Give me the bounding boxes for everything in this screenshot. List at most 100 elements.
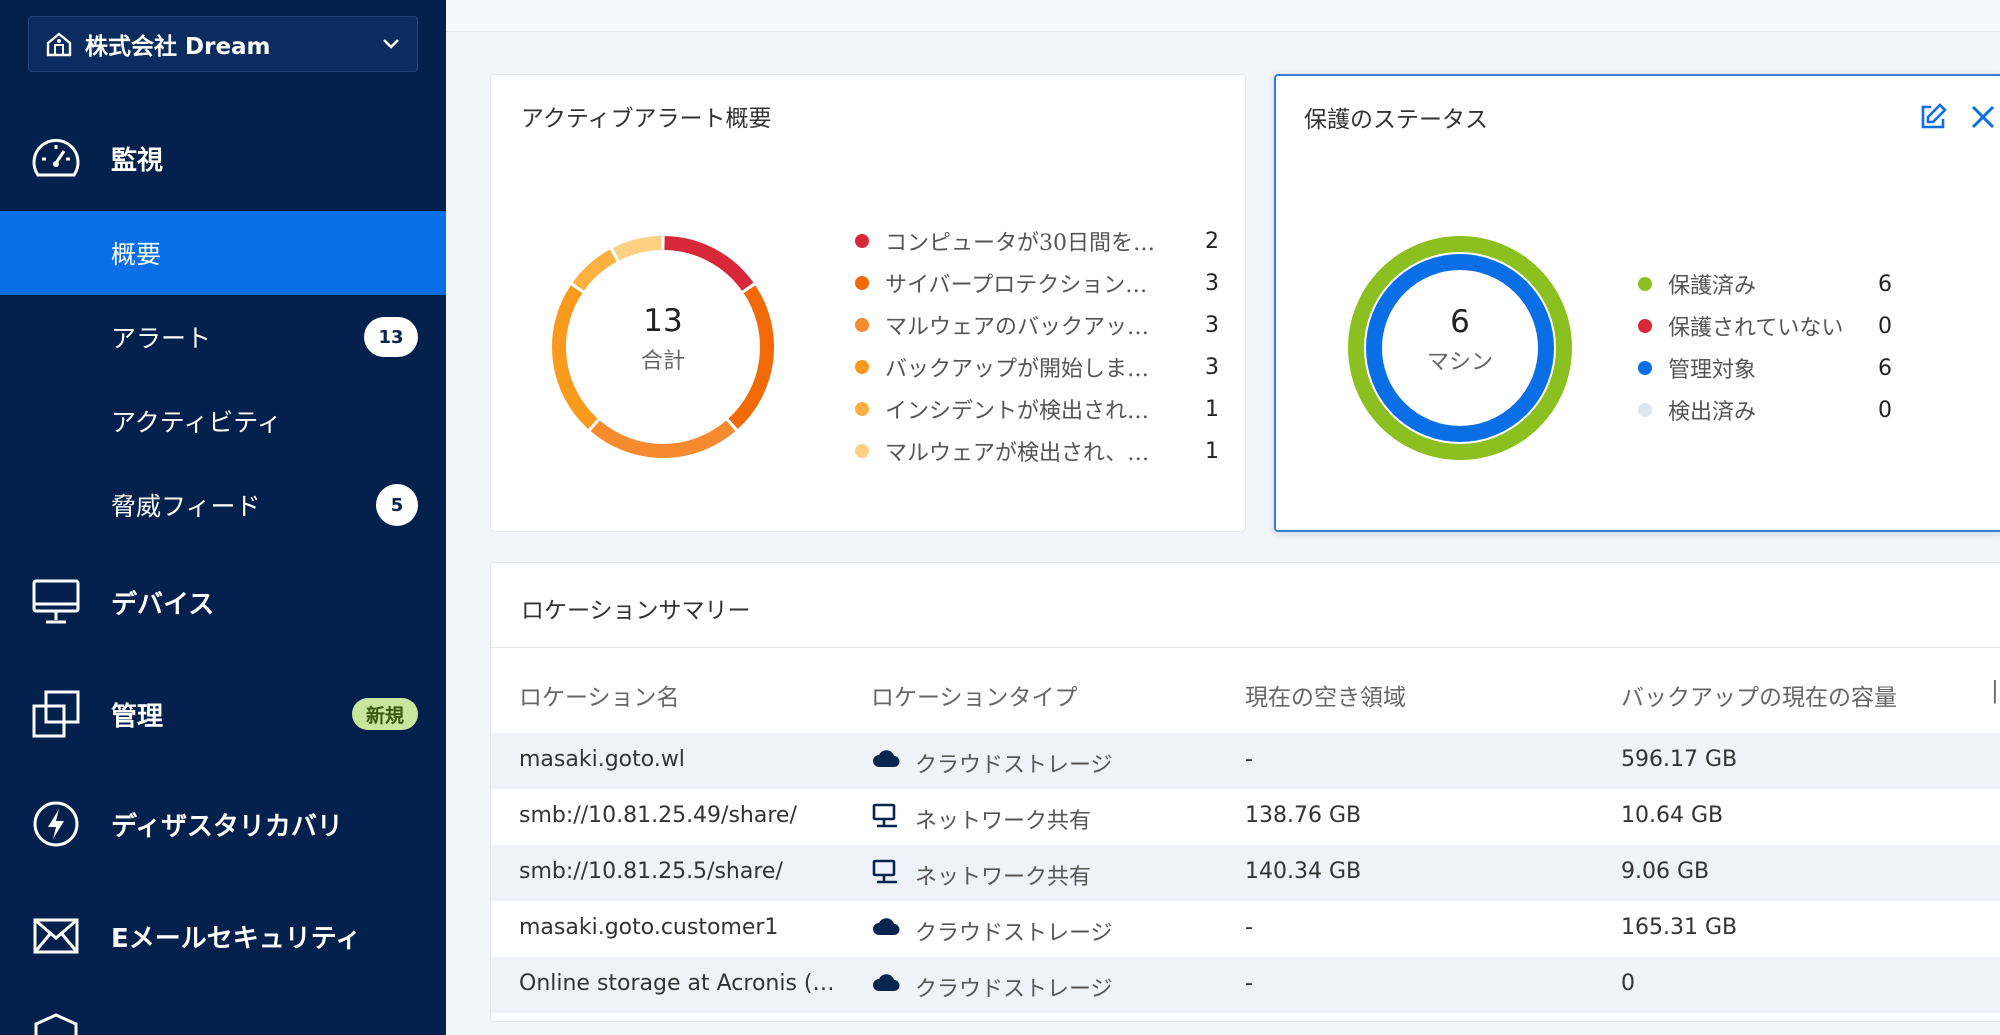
edit-icon[interactable] — [1918, 102, 1948, 132]
cell-free-space: - — [1245, 971, 1253, 996]
threat-feed-count-badge: 5 — [376, 484, 418, 526]
protection-card-title: 保護のステータス — [1304, 107, 1488, 133]
protection-legend-item[interactable]: 保護済み 6 — [1638, 264, 1938, 304]
legend-dot — [1638, 403, 1652, 417]
protection-legend-label: 保護されていない — [1668, 316, 1844, 341]
protection-legend-value: 6 — [1878, 271, 1892, 297]
donut-segment-0[interactable] — [664, 236, 754, 291]
protection-legend-item[interactable]: 保護されていない 0 — [1638, 306, 1938, 346]
nav-disaster-recovery[interactable]: ディザスタリカバリ — [0, 796, 446, 852]
column-header-truncated: | — [1991, 678, 1999, 704]
sidebar-item-threat-feed[interactable]: 脅威フィード 5 — [0, 463, 446, 547]
protection-donut-center: 6 マシン — [1340, 304, 1580, 376]
sidebar-item-alerts-label: アラート — [111, 324, 212, 353]
table-row[interactable]: Online storage at Acronis (… クラウドストレージ -… — [491, 957, 2000, 1013]
protection-legend-item[interactable]: 管理対象 6 — [1638, 348, 1938, 388]
cell-location-type-label: クラウドストレージ — [915, 977, 1113, 1002]
cell-backup-size: 165.31 GB — [1621, 915, 1738, 940]
column-header-location-type[interactable]: ロケーションタイプ — [871, 678, 1078, 712]
sidebar-item-activity-label: アクティビティ — [111, 408, 282, 437]
legend-dot — [855, 444, 869, 458]
cell-location-name: smb://10.81.25.5/share/ — [519, 859, 783, 884]
protection-legend-label: 管理対象 — [1668, 358, 1757, 383]
cell-location-type: ネットワーク共有 — [871, 859, 1091, 891]
protection-total: 6 — [1450, 304, 1470, 340]
top-strip — [446, 0, 2000, 32]
nav-monitor-label: 監視 — [111, 145, 164, 176]
table-row[interactable]: masaki.goto.wl クラウドストレージ - 596.17 GB — [491, 733, 2000, 789]
sidebar-item-overview[interactable]: 概要 — [0, 211, 446, 295]
alerts-legend-value: 3 — [1205, 354, 1219, 380]
nav-email-security-label: Eメールセキュリティ — [111, 923, 362, 954]
alerts-legend-item[interactable]: コンピュータが30日間を… 2 — [855, 221, 1235, 261]
nav-manage-label: 管理 — [111, 701, 164, 732]
alerts-legend-label: マルウェアが検出され、… — [885, 441, 1150, 466]
cloud-icon — [873, 974, 900, 991]
nav-manage[interactable]: 管理 新規 — [0, 686, 446, 742]
location-card-title: ロケーションサマリー — [521, 598, 751, 624]
donut-segment-5[interactable] — [612, 236, 662, 261]
table-row[interactable]: masaki.goto.customer1 クラウドストレージ - 165.31… — [491, 901, 2000, 957]
alerts-card-title: アクティブアラート概要 — [521, 106, 772, 132]
alerts-summary-card: アクティブアラート概要 13 合計 コンピュータが30日間を… 2 サイバープロ… — [490, 74, 1246, 532]
network-share-icon — [872, 859, 897, 884]
protection-legend-label: 検出済み — [1668, 400, 1757, 425]
cell-free-space: - — [1245, 915, 1253, 940]
alerts-legend-label: コンピュータが30日間を… — [885, 231, 1155, 256]
table-row[interactable]: smb://10.81.25.5/share/ ネットワーク共有 140.34 … — [491, 845, 2000, 901]
donut-segment-2[interactable] — [590, 420, 736, 458]
protection-legend-label: 保護済み — [1668, 274, 1757, 299]
donut-segment-4[interactable] — [572, 249, 617, 291]
protection-legend-item[interactable]: 検出済み 0 — [1638, 390, 1938, 430]
nav-monitor[interactable]: 監視 — [0, 130, 446, 186]
protection-status-card[interactable]: 保護のステータス 6 マシン 保護済み 6 保護されていない 0 管理対象 6 … — [1274, 74, 2000, 532]
cell-location-type-label: クラウドストレージ — [915, 921, 1113, 946]
protection-legend-value: 6 — [1878, 355, 1892, 381]
alerts-legend-item[interactable]: バックアップが開始しま… 3 — [855, 347, 1235, 387]
legend-dot — [1638, 277, 1652, 291]
alerts-legend-label: サイバープロテクション… — [885, 273, 1148, 298]
tenant-selector[interactable]: 株式会社 Dream — [28, 16, 418, 72]
cell-free-space: - — [1245, 747, 1253, 772]
alerts-legend-item[interactable]: マルウェアのバックアッ… 3 — [855, 305, 1235, 345]
column-header-location-name[interactable]: ロケーション名 — [519, 678, 680, 712]
alerts-legend-item[interactable]: マルウェアが検出され、… 1 — [855, 431, 1235, 471]
alerts-legend-label: マルウェアのバックアッ… — [885, 315, 1150, 340]
sidebar-item-activity[interactable]: アクティビティ — [0, 379, 446, 463]
sidebar-item-threat-feed-label: 脅威フィード — [111, 492, 261, 521]
alerts-legend-item[interactable]: サイバープロテクション… 3 — [855, 263, 1235, 303]
cell-free-space: 140.34 GB — [1245, 859, 1362, 884]
lightning-icon — [33, 801, 79, 847]
manage-icon — [32, 690, 80, 738]
nav-devices[interactable]: デバイス — [0, 574, 446, 630]
close-icon[interactable] — [1970, 104, 1996, 130]
alerts-legend-item[interactable]: インシデントが検出され… 1 — [855, 389, 1235, 429]
nav-email-security[interactable]: Eメールセキュリティ — [0, 908, 446, 964]
building-icon — [46, 32, 72, 57]
alerts-count-badge: 13 — [364, 317, 418, 357]
cell-location-type: ネットワーク共有 — [871, 803, 1091, 835]
cloud-icon — [873, 750, 900, 767]
chevron-down-icon — [383, 39, 399, 49]
cell-location-name: masaki.goto.wl — [519, 747, 685, 772]
cell-location-name: Online storage at Acronis (… — [519, 971, 835, 996]
column-header-backup-size[interactable]: バックアップの現在の容量 — [1621, 678, 1897, 712]
sidebar-item-overview-label: 概要 — [111, 240, 162, 269]
sidebar-item-alerts[interactable]: アラート 13 — [0, 295, 446, 379]
alerts-legend-value: 2 — [1205, 228, 1219, 254]
monitor-icon — [32, 579, 80, 624]
alerts-legend-value: 1 — [1205, 438, 1219, 464]
alerts-total: 13 — [643, 303, 683, 339]
cell-backup-size: 9.06 GB — [1621, 859, 1710, 884]
table-row[interactable]: smb://10.81.25.49/share/ ネットワーク共有 138.76… — [491, 789, 2000, 845]
cell-location-type: クラウドストレージ — [871, 971, 1113, 1003]
location-table-header: ロケーション名 ロケーションタイプ 現在の空き領域 バックアップの現在の容量 | — [491, 647, 2000, 733]
gauge-icon — [32, 138, 80, 177]
alerts-legend-label: バックアップが開始しま… — [885, 357, 1150, 382]
legend-dot — [855, 234, 869, 248]
sidebar: 株式会社 Dream 監視 概要 アラート 13 アクティビティ 脅威フィード … — [0, 0, 446, 1035]
protection-legend-value: 0 — [1878, 397, 1892, 423]
column-header-free-space[interactable]: 現在の空き領域 — [1245, 678, 1406, 712]
cell-location-type-label: ネットワーク共有 — [915, 809, 1092, 834]
nav-more[interactable] — [0, 1010, 446, 1035]
